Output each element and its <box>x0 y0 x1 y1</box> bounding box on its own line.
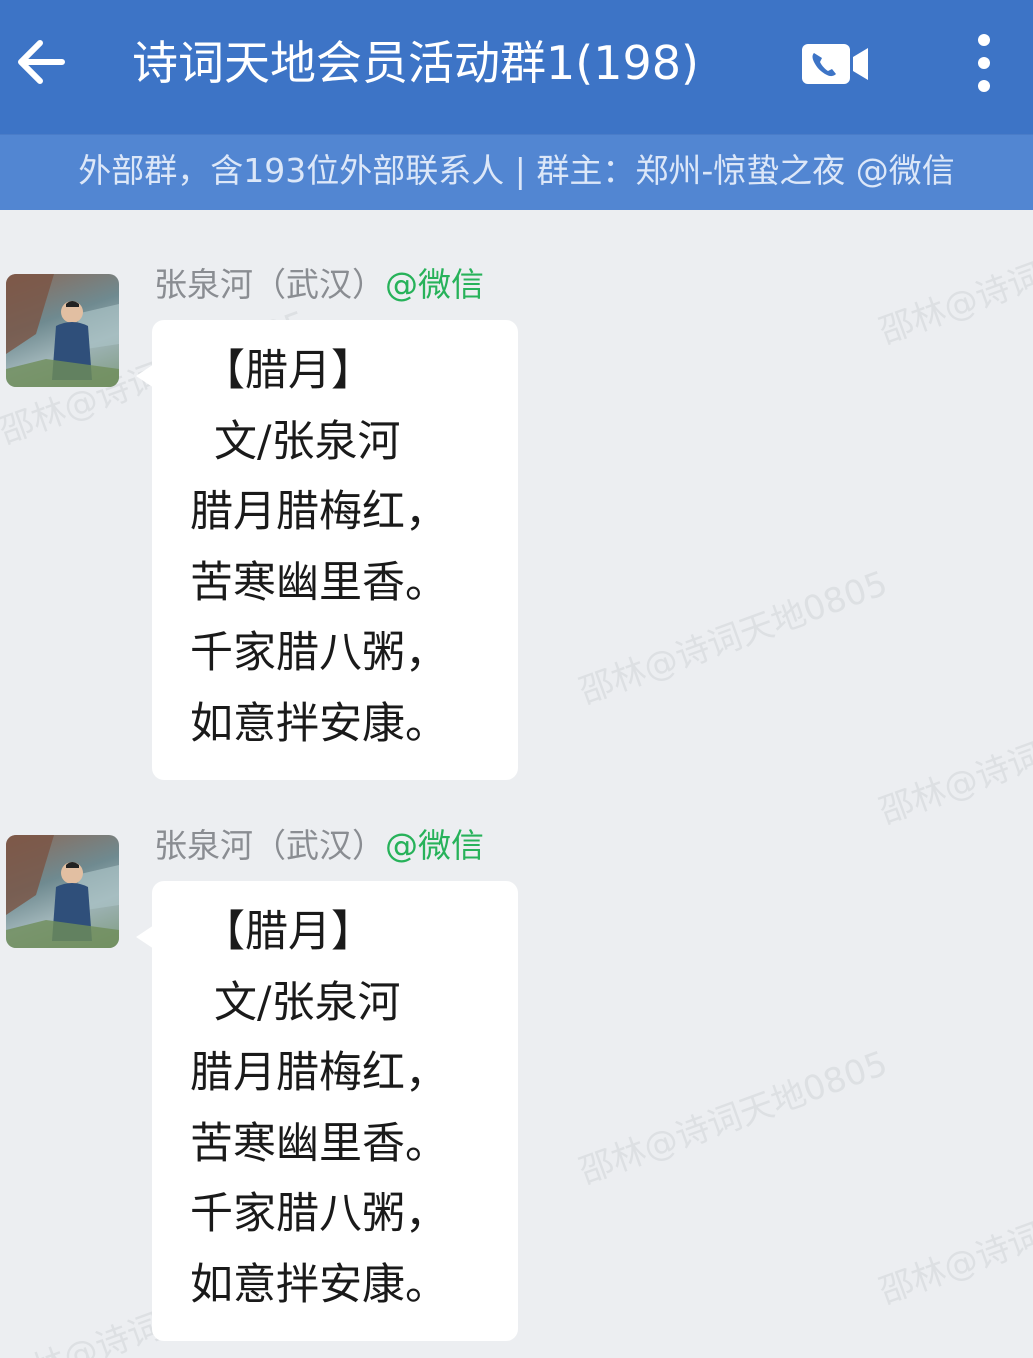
back-arrow-icon <box>18 40 65 84</box>
avatar[interactable] <box>6 835 119 948</box>
sender-name-text: 张泉河（武汉） <box>154 265 385 304</box>
chat-area[interactable]: 邵林@诗词天地0805 邵林@诗词天地0805 邵林@诗词天地0805 邵林@诗… <box>0 203 1033 1358</box>
top-bar: 诗词天地会员活动群1(198) <box>0 0 1033 134</box>
poem-line: 如意拌安康。 <box>190 1259 448 1310</box>
watermark: 邵林@诗词天地0805 <box>874 1163 1033 1313</box>
message-bubble[interactable]: 【腊月】 文/张泉河 腊月腊梅红， 苦寒幽里香。 千家腊八粥， 如意拌安康。 <box>136 320 518 780</box>
sender-name: 张泉河（武汉）@微信 <box>154 826 484 866</box>
poem-line: 苦寒幽里香。 <box>190 557 448 608</box>
poem-line: 腊月腊梅红， <box>190 487 448 538</box>
watermark: 邵林@诗词天地0805 <box>874 683 1033 833</box>
watermark: 邵林@诗词天地0805 <box>874 203 1033 353</box>
group-info-bar[interactable]: 外部群，含193位外部联系人 | 群主：郑州-惊蛰之夜 @微信 <box>0 134 1033 210</box>
back-button[interactable] <box>12 32 72 92</box>
wechat-tag: @微信 <box>385 265 484 304</box>
more-options-button[interactable] <box>968 30 1000 96</box>
more-vertical-icon <box>978 34 990 92</box>
avatar-photo-icon <box>6 274 119 387</box>
video-call-button[interactable] <box>800 42 872 86</box>
poem-line: 文/张泉河 <box>214 977 401 1028</box>
avatar[interactable] <box>6 274 119 387</box>
poem-line: 苦寒幽里香。 <box>190 1118 448 1169</box>
poem-line: 【腊月】 <box>202 907 374 957</box>
watermark: 邵林@诗词天地0805 <box>574 563 893 713</box>
poem-line: 如意拌安康。 <box>190 698 448 749</box>
poem-line: 【腊月】 <box>202 346 374 396</box>
poem-line: 腊月腊梅红， <box>190 1048 448 1099</box>
message-bubble[interactable]: 【腊月】 文/张泉河 腊月腊梅红， 苦寒幽里香。 千家腊八粥， 如意拌安康。 <box>136 881 518 1341</box>
poem-line: 千家腊八粥， <box>190 1189 448 1240</box>
watermark: 邵林@诗词天地0805 <box>574 1043 893 1193</box>
sender-name: 张泉河（武汉）@微信 <box>154 265 484 305</box>
poem-line: 千家腊八粥， <box>190 628 448 679</box>
chat-title: 诗词天地会员活动群1(198) <box>132 36 699 90</box>
sender-name-text: 张泉河（武汉） <box>154 826 385 865</box>
poem-line: 文/张泉河 <box>214 416 401 467</box>
video-call-icon <box>802 44 868 84</box>
avatar-photo-icon <box>6 835 119 948</box>
group-info-text: 外部群，含193位外部联系人 | 群主：郑州-惊蛰之夜 @微信 <box>78 151 955 190</box>
wechat-tag: @微信 <box>385 826 484 865</box>
